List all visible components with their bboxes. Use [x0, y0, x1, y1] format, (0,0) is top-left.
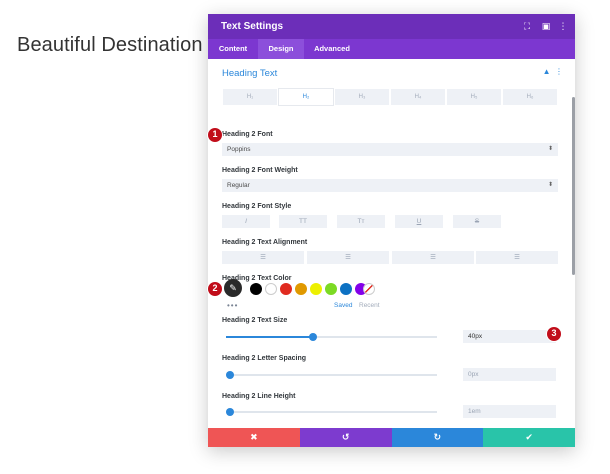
heading-tab-h6[interactable]: H₆ [502, 88, 558, 106]
color-swatch[interactable] [325, 283, 337, 295]
align-right-icon: ☰ [430, 254, 436, 261]
color-swatch[interactable] [295, 283, 307, 295]
color-swatch[interactable] [340, 283, 352, 295]
align-justify-button[interactable]: ☰ [476, 251, 558, 264]
font-weight-value: Regular [227, 182, 250, 189]
save-button[interactable]: ✔ [483, 428, 575, 447]
heading-level-tabs: H₁ H₂ H₃ H₄ H₅ H₆ [222, 88, 558, 106]
font-style-label: Heading 2 Font Style [222, 203, 292, 210]
alignment-label: Heading 2 Text Alignment [222, 239, 308, 246]
more-swatches-icon[interactable]: ••• [227, 301, 238, 310]
heading-tab-h3[interactable]: H₃ [334, 88, 390, 106]
recent-colors-tab[interactable]: Recent [359, 302, 380, 309]
section-title[interactable]: Heading Text [222, 68, 277, 79]
slider-fill [226, 336, 313, 338]
line-height-slider[interactable] [226, 408, 437, 416]
annotation-badge-3: 3 [546, 326, 562, 342]
tab-content[interactable]: Content [208, 39, 258, 59]
text-size-label: Heading 2 Text Size [222, 317, 288, 324]
chevron-up-icon[interactable]: ▲ [543, 67, 551, 76]
modal-tabs: Content Design Advanced [208, 39, 575, 59]
text-size-slider[interactable] [226, 333, 437, 341]
font-value: Poppins [227, 146, 251, 153]
letter-spacing-slider[interactable] [226, 371, 437, 379]
saved-colors-tab[interactable]: Saved [334, 302, 352, 309]
redo-button[interactable]: ↻ [391, 428, 484, 447]
font-select[interactable]: Poppins ⬍ [222, 143, 558, 156]
select-arrows-icon: ⬍ [547, 146, 553, 152]
font-label: Heading 2 Font [222, 131, 273, 138]
alignment-buttons: ☰ ☰ ☰ ☰ [222, 251, 558, 264]
color-picker-button[interactable]: ✎ [224, 279, 242, 297]
modal-footer: ✖ ↺ ↻ ✔ [208, 428, 575, 447]
align-center-button[interactable]: ☰ [307, 251, 389, 264]
modal-title: Text Settings [221, 21, 284, 32]
columns-icon[interactable]: ▣ [540, 20, 552, 32]
color-swatch[interactable] [310, 283, 322, 295]
font-style-buttons: I TT Tт U S [222, 215, 558, 228]
underline-button[interactable]: U [395, 215, 443, 228]
heading-tab-h5[interactable]: H₅ [446, 88, 502, 106]
italic-button[interactable]: I [222, 215, 270, 228]
font-weight-label: Heading 2 Font Weight [222, 167, 298, 174]
slider-handle[interactable] [226, 408, 234, 416]
slider-handle[interactable] [309, 333, 317, 341]
modal-header: Text Settings ⛶ ▣ ⋮ [208, 14, 575, 39]
font-weight-select[interactable]: Regular ⬍ [222, 179, 558, 192]
undo-button[interactable]: ↺ [299, 428, 392, 447]
align-justify-icon: ☰ [514, 254, 520, 261]
text-size-input[interactable]: 40px [463, 330, 556, 343]
section-controls: ▲ ⋮ [543, 67, 563, 76]
align-right-button[interactable]: ☰ [392, 251, 474, 264]
line-height-input[interactable]: 1em [463, 405, 556, 418]
page-heading: Beautiful Destination [17, 34, 203, 56]
clear-color-swatch[interactable] [363, 283, 375, 295]
select-arrows-icon: ⬍ [547, 182, 553, 188]
more-icon[interactable]: ⋮ [555, 67, 563, 76]
heading-tab-h1[interactable]: H₁ [222, 88, 278, 106]
heading-tab-h2[interactable]: H₂ [278, 88, 334, 106]
color-swatch[interactable] [265, 283, 277, 295]
align-center-icon: ☰ [345, 254, 351, 261]
letter-spacing-label: Heading 2 Letter Spacing [222, 355, 307, 362]
slider-handle[interactable] [226, 371, 234, 379]
cancel-button[interactable]: ✖ [208, 428, 300, 447]
annotation-badge-1: 1 [207, 127, 223, 143]
uppercase-button[interactable]: TT [279, 215, 327, 228]
line-height-label: Heading 2 Line Height [222, 393, 296, 400]
scrollbar[interactable] [572, 97, 575, 275]
text-settings-modal: Text Settings ⛶ ▣ ⋮ Content Design Advan… [208, 14, 575, 447]
align-left-icon: ☰ [260, 254, 266, 261]
eyedropper-icon: ✎ [229, 283, 237, 293]
strikethrough-button[interactable]: S [453, 215, 501, 228]
more-icon[interactable]: ⋮ [557, 20, 569, 32]
tab-design[interactable]: Design [258, 39, 304, 59]
color-swatch[interactable] [280, 283, 292, 295]
letter-spacing-input[interactable]: 0px [463, 368, 556, 381]
tab-advanced[interactable]: Advanced [304, 39, 360, 59]
color-swatch[interactable] [250, 283, 262, 295]
align-left-button[interactable]: ☰ [222, 251, 304, 264]
expand-icon[interactable]: ⛶ [521, 20, 533, 32]
annotation-badge-2: 2 [207, 281, 223, 297]
capitalize-button[interactable]: Tт [337, 215, 385, 228]
heading-tab-h4[interactable]: H₄ [390, 88, 446, 106]
